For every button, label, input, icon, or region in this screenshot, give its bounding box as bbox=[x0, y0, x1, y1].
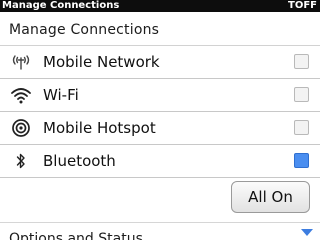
options-and-status-label: Options and Status bbox=[9, 231, 143, 240]
connection-row-mobile-hotspot[interactable]: Mobile Hotspot bbox=[0, 112, 320, 145]
manage-connections-screen: Manage Connections TOFF Manage Connectio… bbox=[0, 0, 320, 240]
chevron-down-icon[interactable] bbox=[301, 229, 313, 236]
connection-row-wifi[interactable]: Wi-Fi bbox=[0, 79, 320, 112]
mobile-hotspot-checkbox[interactable] bbox=[294, 120, 309, 135]
mobile-network-icon bbox=[9, 52, 33, 72]
options-and-status-section[interactable]: Options and Status bbox=[0, 223, 320, 240]
title-bar: Manage Connections TOFF bbox=[0, 0, 320, 12]
connection-label: Wi-Fi bbox=[43, 86, 79, 104]
connection-row-mobile-network[interactable]: Mobile Network bbox=[0, 46, 320, 79]
connection-label: Mobile Network bbox=[43, 53, 160, 71]
status-indicator: TOFF bbox=[288, 0, 317, 11]
section-header: Manage Connections bbox=[0, 13, 320, 46]
bluetooth-checkbox[interactable] bbox=[294, 153, 309, 168]
bluetooth-icon bbox=[9, 151, 33, 171]
hotspot-icon bbox=[9, 118, 33, 138]
connection-label: Mobile Hotspot bbox=[43, 119, 156, 137]
wifi-checkbox[interactable] bbox=[294, 87, 309, 102]
mobile-network-checkbox[interactable] bbox=[294, 54, 309, 69]
connection-row-bluetooth[interactable]: Bluetooth bbox=[0, 145, 320, 178]
section-header-label: Manage Connections bbox=[9, 22, 160, 38]
all-on-button[interactable]: All On bbox=[231, 181, 310, 213]
wifi-icon bbox=[9, 85, 33, 105]
connection-label: Bluetooth bbox=[43, 152, 116, 170]
window-title: Manage Connections bbox=[2, 0, 120, 11]
